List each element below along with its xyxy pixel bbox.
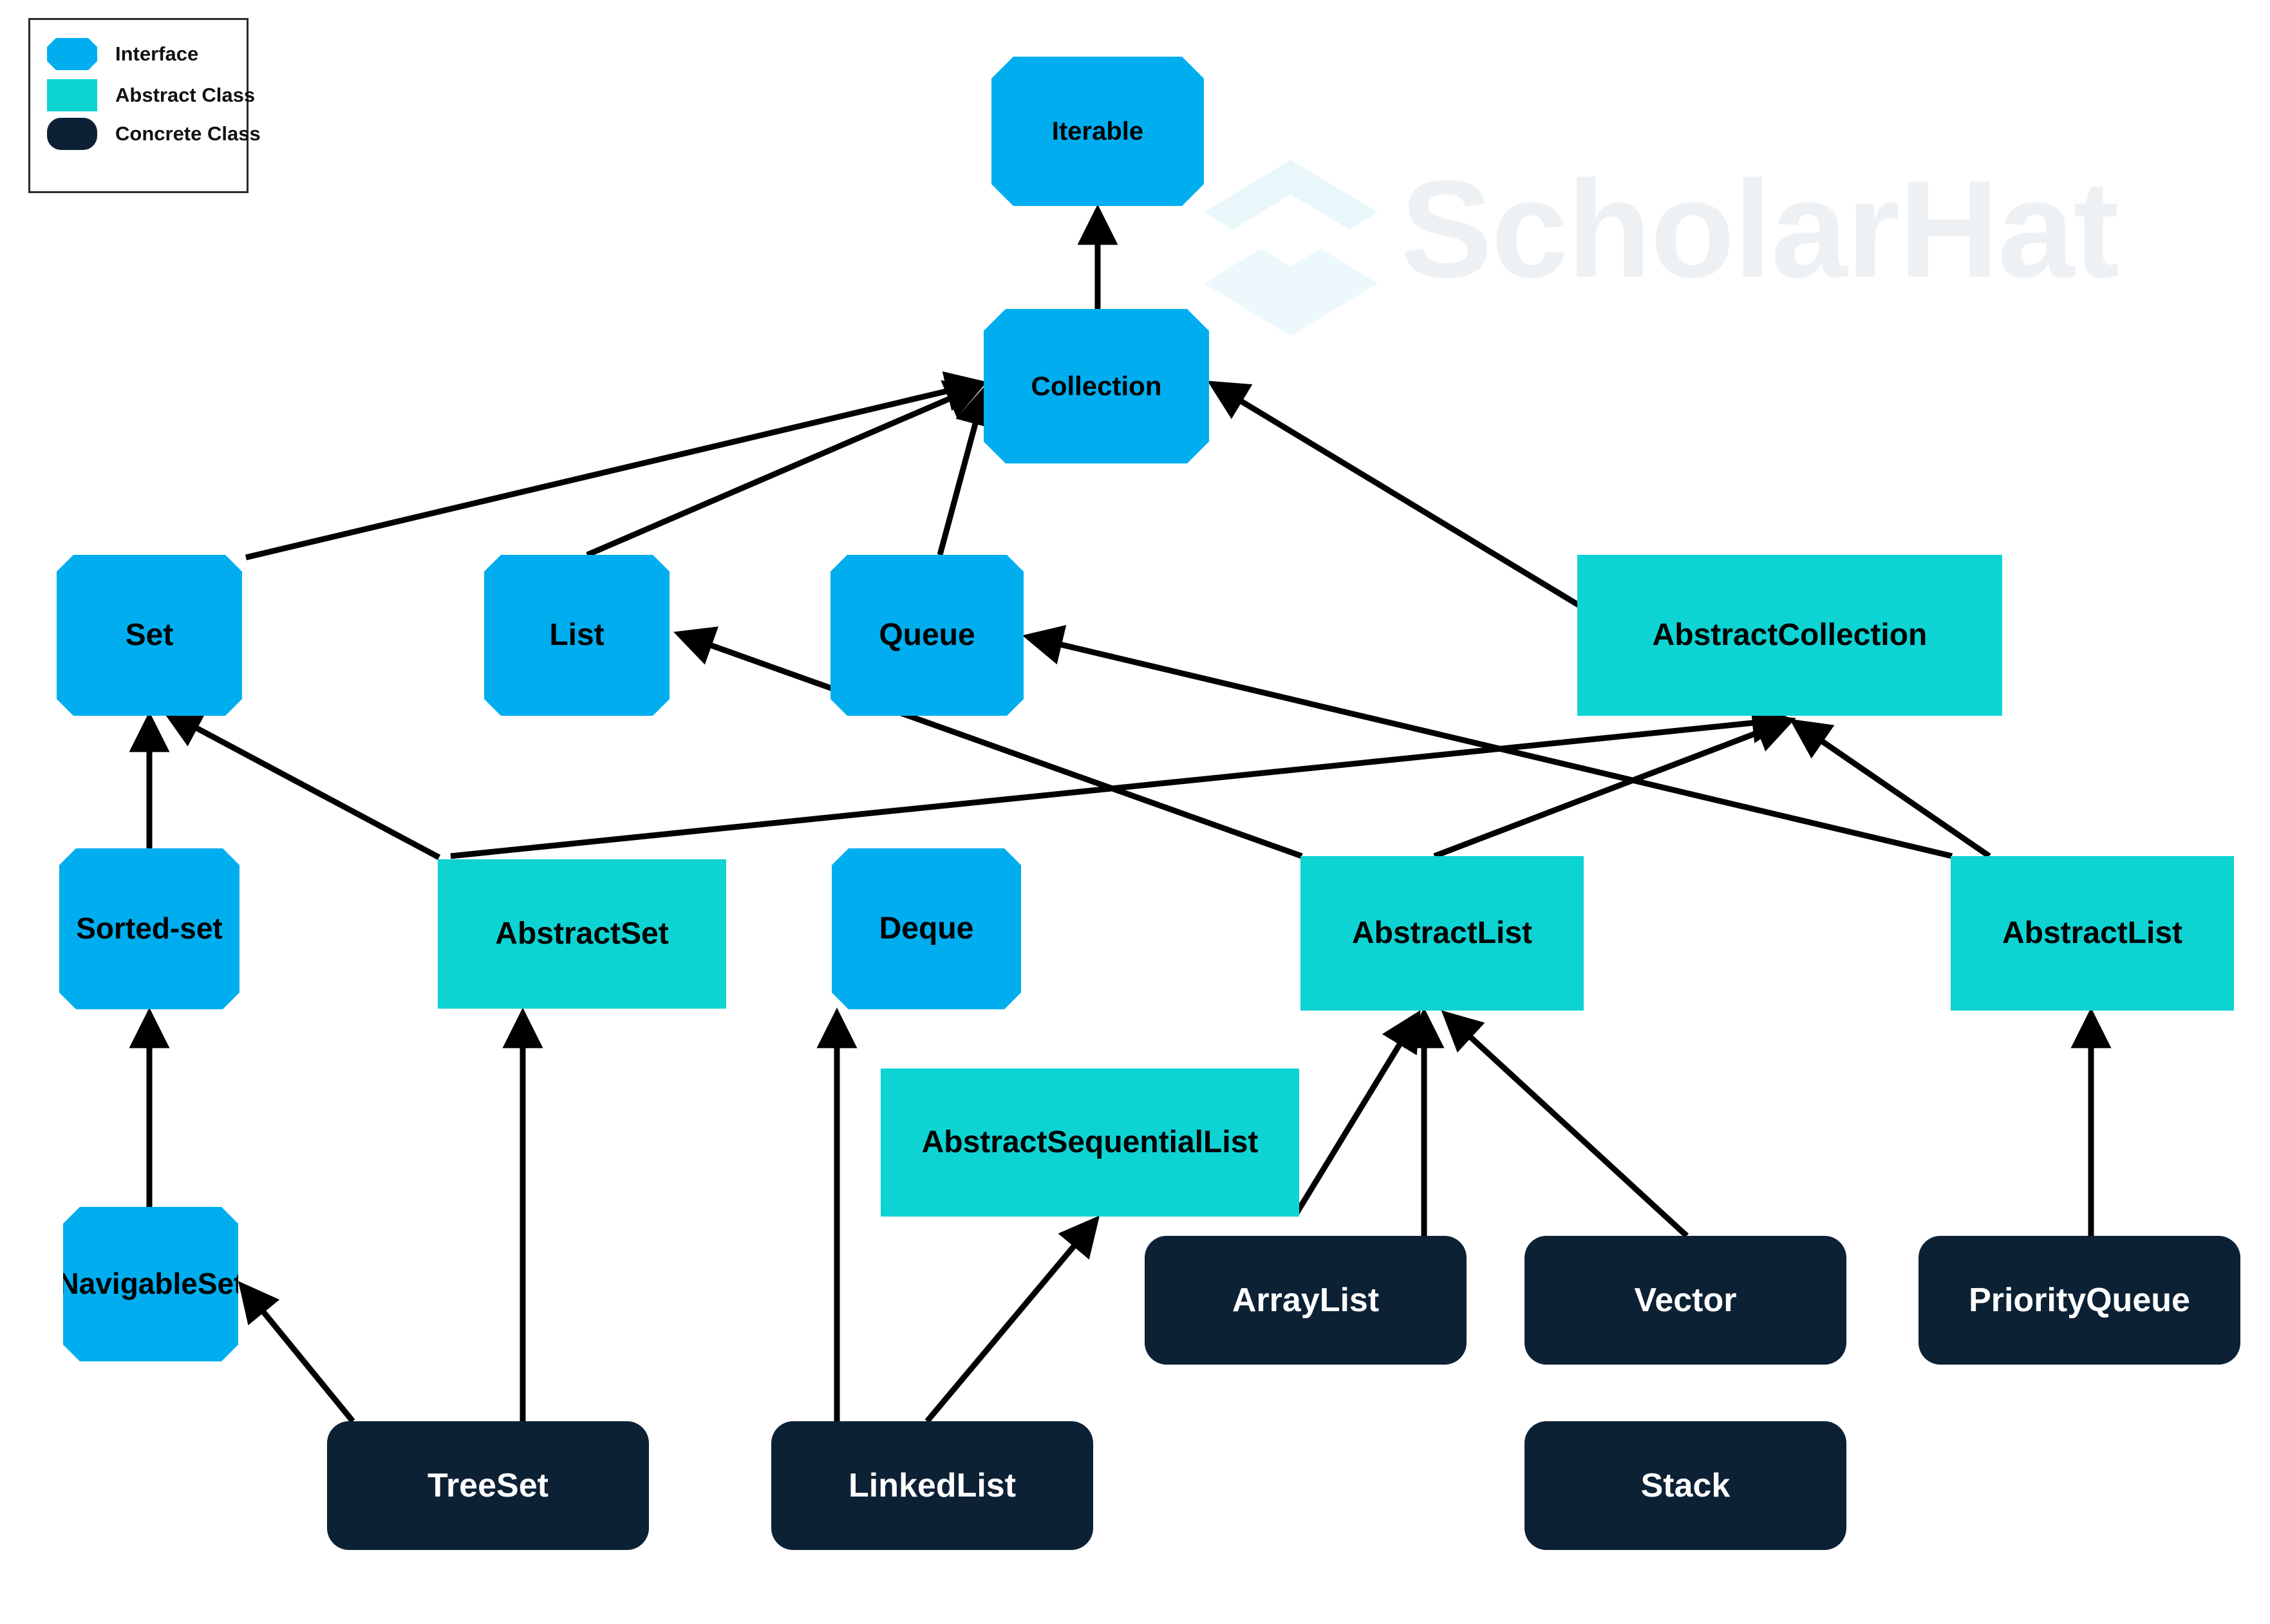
edge-set-to-collection bbox=[245, 371, 987, 561]
edge-abstractset-to-set bbox=[161, 709, 441, 860]
node-label-deque: Deque bbox=[879, 911, 974, 946]
node-abstractset[interactable]: AbstractSet bbox=[438, 859, 726, 1009]
node-label-linkedlist: LinkedList bbox=[848, 1466, 1017, 1504]
node-label-vector: Vector bbox=[1634, 1281, 1737, 1319]
legend-item-interface: Interface bbox=[47, 38, 198, 70]
node-label-set: Set bbox=[125, 618, 174, 653]
legend-label-concrete-class: Concrete Class bbox=[115, 122, 261, 145]
scholarhat-logo-icon bbox=[1204, 160, 1378, 336]
edge-treeset-to-navigableset bbox=[238, 1281, 355, 1423]
edge-abstractqueue-to-abstractcollection bbox=[1789, 718, 1991, 859]
node-queue[interactable]: Queue bbox=[830, 555, 1024, 716]
node-abstractcollection[interactable]: AbstractCollection bbox=[1577, 555, 2002, 716]
edge-abstractset-to-abstractcollection bbox=[450, 702, 1793, 859]
node-abstractqueue[interactable]: AbstractList bbox=[1951, 856, 2234, 1011]
edge-abstractlist-to-abstractcollection bbox=[1433, 713, 1796, 859]
node-label-abstractlist: AbstractList bbox=[1351, 916, 1533, 951]
legend-label-abstract-class: Abstract Class bbox=[115, 84, 256, 106]
node-label-list: List bbox=[549, 618, 605, 653]
edge-queue-to-collection bbox=[937, 384, 995, 556]
node-abstractlist[interactable]: AbstractList bbox=[1300, 856, 1584, 1011]
node-abstractsequentiallist[interactable]: AbstractSequentialList bbox=[881, 1069, 1299, 1217]
node-arraylist[interactable]: ArrayList bbox=[1145, 1236, 1467, 1365]
node-label-collection: Collection bbox=[1031, 371, 1162, 402]
node-navigableset[interactable]: NavigableSet bbox=[63, 1207, 238, 1361]
node-label-priorityqueue: PriorityQueue bbox=[1969, 1281, 2190, 1319]
node-collection[interactable]: Collection bbox=[984, 309, 1209, 463]
node-label-abstractcollection: AbstractCollection bbox=[1652, 618, 1928, 653]
node-label-treeset: TreeSet bbox=[427, 1466, 549, 1504]
node-sortedset[interactable]: Sorted-set bbox=[59, 848, 239, 1009]
legend-item-abstract-class: Abstract Class bbox=[47, 79, 255, 111]
node-label-abstractset: AbstractSet bbox=[495, 917, 669, 951]
watermark-text: ScholarHat bbox=[1400, 151, 2119, 306]
node-iterable[interactable]: Iterable bbox=[991, 57, 1204, 206]
node-label-abstractqueue: AbstractList bbox=[2002, 916, 2183, 951]
node-label-arraylist: ArrayList bbox=[1232, 1281, 1380, 1319]
collections-hierarchy-diagram: ScholarHat Interface Abstract Class Conc… bbox=[0, 0, 2270, 1624]
node-label-abstractsequentiallist: AbstractSequentialList bbox=[921, 1125, 1259, 1160]
node-priorityqueue[interactable]: PriorityQueue bbox=[1918, 1236, 2240, 1365]
legend-label-interface: Interface bbox=[115, 42, 199, 65]
edge-abstractsequentiallist-to-abstractlist bbox=[1293, 1010, 1421, 1217]
node-vector[interactable]: Vector bbox=[1524, 1236, 1846, 1365]
node-label-sortedset: Sorted-set bbox=[76, 911, 223, 946]
node-deque[interactable]: Deque bbox=[832, 848, 1021, 1009]
edge-list-to-collection bbox=[586, 380, 986, 558]
legend-swatch-interface-icon bbox=[47, 38, 97, 70]
node-label-navigableset: NavigableSet bbox=[57, 1267, 244, 1301]
edge-layer bbox=[129, 204, 2112, 1423]
scholarhat-watermark: ScholarHat bbox=[1185, 148, 2270, 348]
node-set[interactable]: Set bbox=[57, 555, 242, 716]
node-treeset[interactable]: TreeSet bbox=[327, 1421, 649, 1550]
legend: Interface Abstract Class Concrete Class bbox=[28, 18, 261, 193]
edge-abstractcollection-to-collection bbox=[1207, 380, 1581, 608]
node-label-iterable: Iterable bbox=[1051, 117, 1144, 145]
node-list[interactable]: List bbox=[484, 555, 670, 716]
edge-vector-to-abstractlist bbox=[1441, 1010, 1689, 1238]
node-linkedlist[interactable]: LinkedList bbox=[771, 1421, 1093, 1550]
legend-swatch-abstract-icon bbox=[47, 79, 97, 111]
node-stack[interactable]: Stack bbox=[1524, 1421, 1846, 1550]
legend-swatch-concrete-icon bbox=[47, 118, 97, 150]
legend-item-concrete-class: Concrete Class bbox=[47, 118, 261, 150]
edge-linkedlist-to-abstractsequentiallist bbox=[924, 1215, 1100, 1423]
node-label-stack: Stack bbox=[1640, 1466, 1731, 1504]
node-label-queue: Queue bbox=[879, 618, 975, 653]
